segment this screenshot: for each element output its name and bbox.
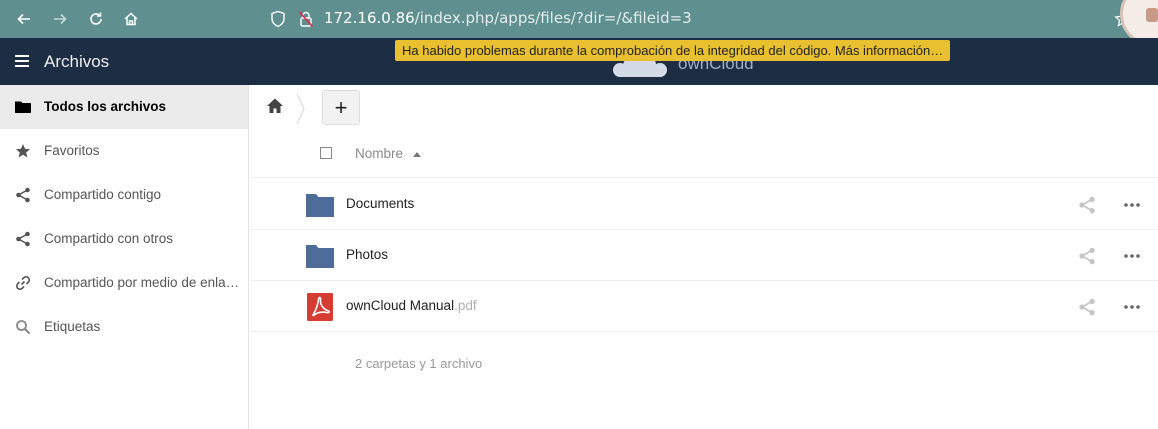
sidebar-item-label: Etiquetas [44, 319, 101, 334]
sidebar-item-favorites[interactable]: Favoritos [0, 129, 248, 173]
url-text: 172.16.0.86/index.php/apps/files/?dir=/&… [324, 9, 692, 27]
share-icon [14, 230, 32, 248]
share-icon[interactable] [1078, 298, 1096, 316]
search-icon [14, 318, 32, 336]
share-icon[interactable] [1078, 196, 1096, 214]
app-title[interactable]: Archivos [44, 52, 109, 72]
share-icon[interactable] [1078, 247, 1096, 265]
profile-avatar[interactable] [1110, 0, 1158, 38]
more-options-icon[interactable] [1123, 196, 1141, 214]
file-basename: ownCloud Manual [346, 298, 455, 313]
sidebar: Todos los archivos Favoritos Compartido … [0, 85, 249, 429]
reload-icon [90, 12, 102, 25]
file-name[interactable]: Documents [346, 196, 414, 211]
url-path: /index.php/apps/files/?dir=/&fileid=3 [414, 9, 692, 27]
browser-toolbar: 172.16.0.86/index.php/apps/files/?dir=/&… [0, 0, 1158, 38]
sidebar-item-shared-with-others[interactable]: Compartido con otros [0, 217, 248, 261]
url-host: 172.16.0.86 [324, 9, 415, 27]
new-button[interactable]: + [322, 90, 360, 125]
arrow-left-icon [17, 13, 30, 25]
file-name[interactable]: ownCloud Manual.pdf [346, 298, 477, 313]
file-extension: .pdf [454, 298, 477, 313]
folder-icon [306, 245, 334, 268]
reload-button[interactable] [83, 6, 109, 32]
address-bar[interactable]: 172.16.0.86/index.php/apps/files/?dir=/&… [264, 0, 1084, 38]
insecure-lock-icon [298, 11, 314, 28]
menu-icon[interactable] [15, 55, 29, 67]
sidebar-item-shared-by-link[interactable]: Compartido por medio de enlaces [0, 261, 248, 305]
more-options-icon[interactable] [1123, 247, 1141, 265]
file-basename: Documents [346, 196, 415, 211]
file-basename: Photos [346, 247, 389, 262]
table-row[interactable]: ownCloud Manual.pdf [250, 281, 1158, 332]
file-list-area: + Nombre Documents Photos ownCloud Manua… [250, 85, 1158, 429]
select-all-checkbox[interactable] [320, 147, 332, 159]
breadcrumb-home[interactable] [266, 97, 286, 117]
file-list-header: Nombre [250, 132, 1158, 178]
folder-icon [306, 194, 334, 217]
home-icon [267, 98, 283, 113]
sidebar-item-label: Favoritos [44, 143, 100, 158]
app-header: Archivos ownCloud Ha habido problemas du… [0, 38, 1158, 85]
home-icon [124, 12, 138, 26]
folder-icon [14, 98, 32, 116]
back-button[interactable] [11, 6, 37, 32]
file-name[interactable]: Photos [346, 247, 388, 262]
file-summary: 2 carpetas y 1 archivo [355, 356, 483, 371]
sort-ascending-icon [413, 152, 421, 157]
sidebar-item-label: Compartido contigo [44, 187, 162, 202]
link-icon [14, 274, 32, 292]
sidebar-item-shared-with-you[interactable]: Compartido contigo [0, 173, 248, 217]
table-row[interactable]: Documents [250, 179, 1158, 230]
shield-icon [271, 10, 285, 28]
integrity-warning[interactable]: Ha habido problemas durante la comprobac… [395, 40, 951, 61]
forward-button[interactable] [47, 6, 73, 32]
sidebar-item-all-files[interactable]: Todos los archivos [0, 85, 248, 129]
breadcrumb-separator-icon [296, 93, 305, 125]
table-row[interactable]: Photos [250, 230, 1158, 281]
sidebar-item-label: Todos los archivos [44, 99, 167, 114]
star-icon [14, 142, 32, 160]
pdf-file-icon [307, 293, 333, 321]
sidebar-item-label: Compartido por medio de enlaces [44, 275, 240, 290]
home-button[interactable] [118, 6, 144, 32]
sidebar-item-tags[interactable]: Etiquetas [0, 305, 248, 349]
sidebar-item-label: Compartido con otros [44, 231, 174, 246]
share-icon [14, 186, 32, 204]
arrow-right-icon [54, 13, 67, 25]
more-options-icon[interactable] [1123, 298, 1141, 316]
name-column-header[interactable]: Nombre [355, 146, 403, 161]
